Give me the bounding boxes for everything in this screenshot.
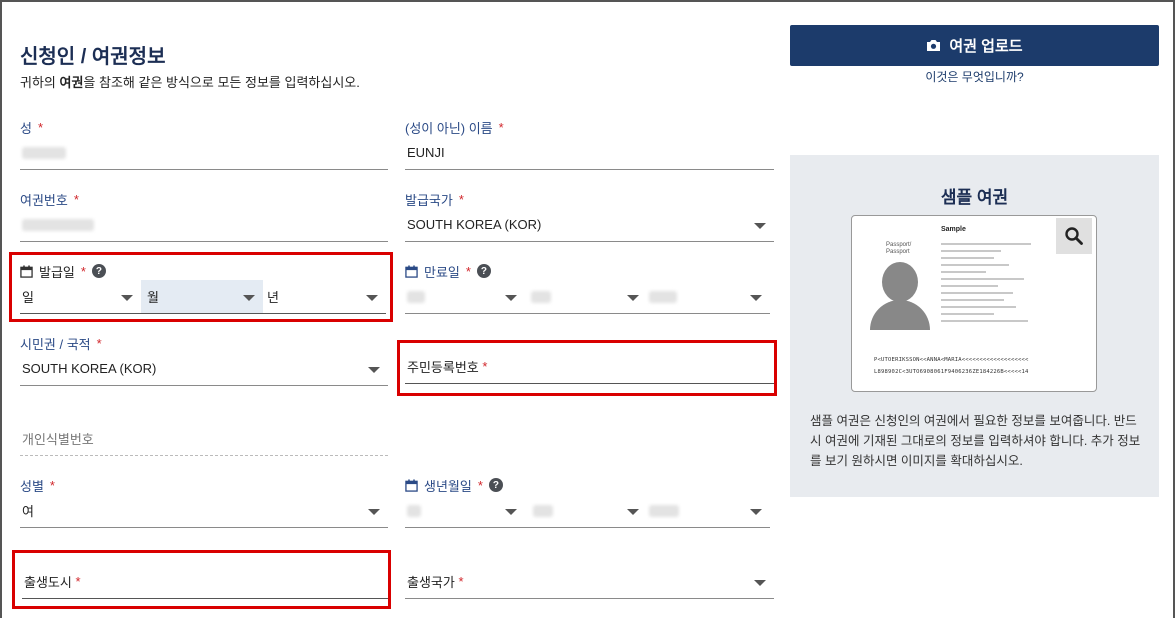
redacted-value <box>533 504 553 517</box>
chevron-down-icon <box>627 295 639 301</box>
citizenship-field[interactable]: 시민권 / 국적 * SOUTH KOREA (KOR) <box>20 334 388 386</box>
camera-icon <box>927 40 941 51</box>
what-is-this-link[interactable]: 이것은 무엇입니까? <box>790 68 1159 85</box>
chevron-down-icon <box>750 509 762 515</box>
passport-photo-body <box>870 300 930 330</box>
chevron-down-icon <box>750 295 762 301</box>
help-icon[interactable]: ? <box>488 478 503 492</box>
sex-select[interactable]: 여 <box>20 494 388 528</box>
chevron-down-icon <box>505 295 517 301</box>
surname-label: 성 * <box>20 119 44 136</box>
personal-id-field[interactable]: 개인식별번호 <box>20 422 388 456</box>
expiry-month-select[interactable] <box>525 280 647 314</box>
highlight-box-birth-city <box>12 550 391 609</box>
expiry-day-select[interactable] <box>405 280 525 314</box>
calendar-icon <box>405 478 418 492</box>
passport-number-label: 여권번호 * <box>20 191 79 208</box>
help-icon[interactable]: ? <box>476 264 491 278</box>
sex-label: 성별 * <box>20 477 55 494</box>
magnifier-icon[interactable] <box>1056 218 1092 254</box>
birth-country-field[interactable]: 출생국가 * <box>405 565 774 599</box>
passport-sample-heading: Sample <box>941 226 966 233</box>
birth-country-select[interactable]: 출생국가 * <box>405 565 774 599</box>
chevron-down-icon <box>627 509 639 515</box>
page-title: 신청인 / 여권정보 <box>20 46 166 68</box>
issuing-country-select[interactable]: SOUTH KOREA (KOR) <box>405 208 774 242</box>
birth-date-label: 생년월일 * ? <box>405 476 770 494</box>
birth-year-select[interactable] <box>647 494 770 528</box>
given-name-label: (성이 아닌) 이름 * <box>405 119 504 136</box>
personal-id-input[interactable]: 개인식별번호 <box>20 422 388 456</box>
mrz-line-2: L898902C<3UTO6908061F9406236ZE184226B<<<… <box>874 369 1029 375</box>
passport-photo-head <box>882 262 918 302</box>
issuing-country-label: 발급국가 * <box>405 191 464 208</box>
chevron-down-icon <box>754 580 766 586</box>
citizenship-label: 시민권 / 국적 * <box>20 335 102 352</box>
given-name-field[interactable]: (성이 아닌) 이름 * EUNJI <box>405 118 774 170</box>
sample-passport-image[interactable]: Sample Passport/ Passport P<UTOERIKSSON<… <box>851 215 1097 392</box>
redacted-value <box>649 504 679 517</box>
calendar-icon <box>405 264 418 278</box>
passport-type-label: Passport/ Passport <box>886 242 912 256</box>
passport-number-field[interactable]: 여권번호 * <box>20 190 388 242</box>
chevron-down-icon <box>754 223 766 229</box>
page-subtitle: 귀하의 여권을 참조해 같은 방식으로 모든 정보를 입력하십시오. <box>20 75 360 90</box>
given-name-input[interactable]: EUNJI <box>405 136 774 170</box>
passport-mrz: P<UTOERIKSSON<<ANNA<MARIA<<<<<<<<<<<<<<<… <box>874 354 1029 378</box>
redacted-value <box>649 290 677 303</box>
redacted-value <box>407 504 421 517</box>
chevron-down-icon <box>368 367 380 373</box>
expiry-date-field: 만료일 * ? <box>405 262 770 314</box>
redacted-passport-number <box>22 218 94 231</box>
birth-month-select[interactable] <box>525 494 647 528</box>
issuing-country-field[interactable]: 발급국가 * SOUTH KOREA (KOR) <box>405 190 774 242</box>
sample-passport-panel: 샘플 여권 Sample Passport/ Passport P<UTOERI… <box>790 155 1159 497</box>
upload-passport-button[interactable]: 여권 업로드 <box>790 25 1159 66</box>
chevron-down-icon <box>505 509 517 515</box>
expiry-date-label: 만료일 * ? <box>405 262 770 280</box>
sex-field[interactable]: 성별 * 여 <box>20 476 388 528</box>
highlight-box-issue-date <box>9 252 393 322</box>
redacted-value <box>531 290 551 303</box>
birth-date-field: 생년월일 * ? <box>405 476 770 528</box>
upload-passport-label: 여권 업로드 <box>949 38 1023 55</box>
chevron-down-icon <box>368 509 380 515</box>
redacted-value <box>407 290 425 303</box>
sample-passport-description: 샘플 여권은 신청인의 여권에서 필요한 정보를 보여줍니다. 반드시 여권에 … <box>810 414 1141 468</box>
highlight-box-resident-registration <box>397 340 777 396</box>
sample-passport-title: 샘플 여권 <box>940 188 1009 207</box>
surname-field[interactable]: 성 * <box>20 118 388 170</box>
surname-input[interactable] <box>20 136 388 170</box>
expiry-year-select[interactable] <box>647 280 770 314</box>
birth-day-select[interactable] <box>405 494 525 528</box>
mrz-line-1: P<UTOERIKSSON<<ANNA<MARIA<<<<<<<<<<<<<<<… <box>874 357 1029 363</box>
citizenship-select[interactable]: SOUTH KOREA (KOR) <box>20 352 388 386</box>
redacted-surname <box>22 146 66 159</box>
passport-number-input[interactable] <box>20 208 388 242</box>
